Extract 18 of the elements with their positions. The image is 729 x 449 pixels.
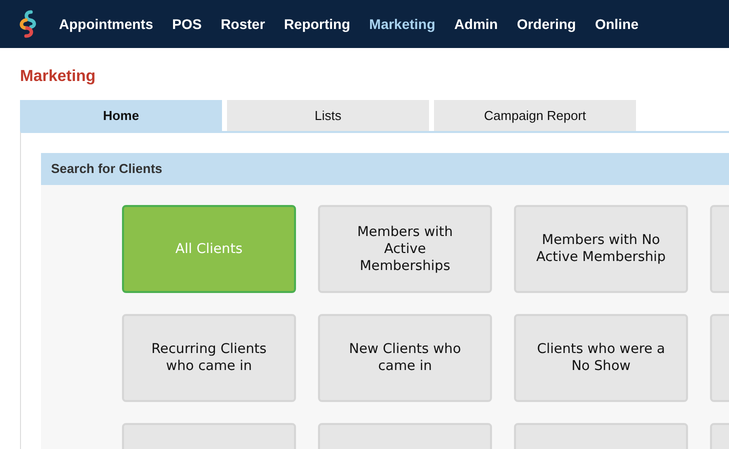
filter-tile-button[interactable]: Members with No Active Membership (514, 205, 688, 293)
page-title: Marketing (20, 68, 97, 87)
nav-link[interactable]: Marketing (369, 16, 436, 32)
nav-link[interactable]: POS (172, 16, 202, 32)
nav-link[interactable]: Roster (220, 16, 266, 32)
nav-link[interactable]: Online (594, 16, 639, 32)
tab[interactable]: Lists (227, 100, 429, 131)
filter-tile-button[interactable]: Members with Active Memberships (318, 205, 492, 293)
nav-link[interactable]: Appointments (59, 16, 154, 32)
tab[interactable]: Campaign Report (434, 100, 636, 131)
nav-link[interactable]: Reporting (284, 16, 350, 32)
tab[interactable]: Home (20, 100, 222, 131)
filter-tile-button[interactable]: New Clients who came in (318, 314, 492, 402)
filter-tile-button[interactable]: Clients who were a No Show (514, 314, 688, 402)
filter-tile-button[interactable]: Recurring Clients who came in (122, 314, 296, 402)
nav-link[interactable]: Admin (454, 16, 498, 32)
section-header: Search for Clients (41, 153, 729, 185)
nav-link[interactable]: Ordering (516, 16, 576, 32)
